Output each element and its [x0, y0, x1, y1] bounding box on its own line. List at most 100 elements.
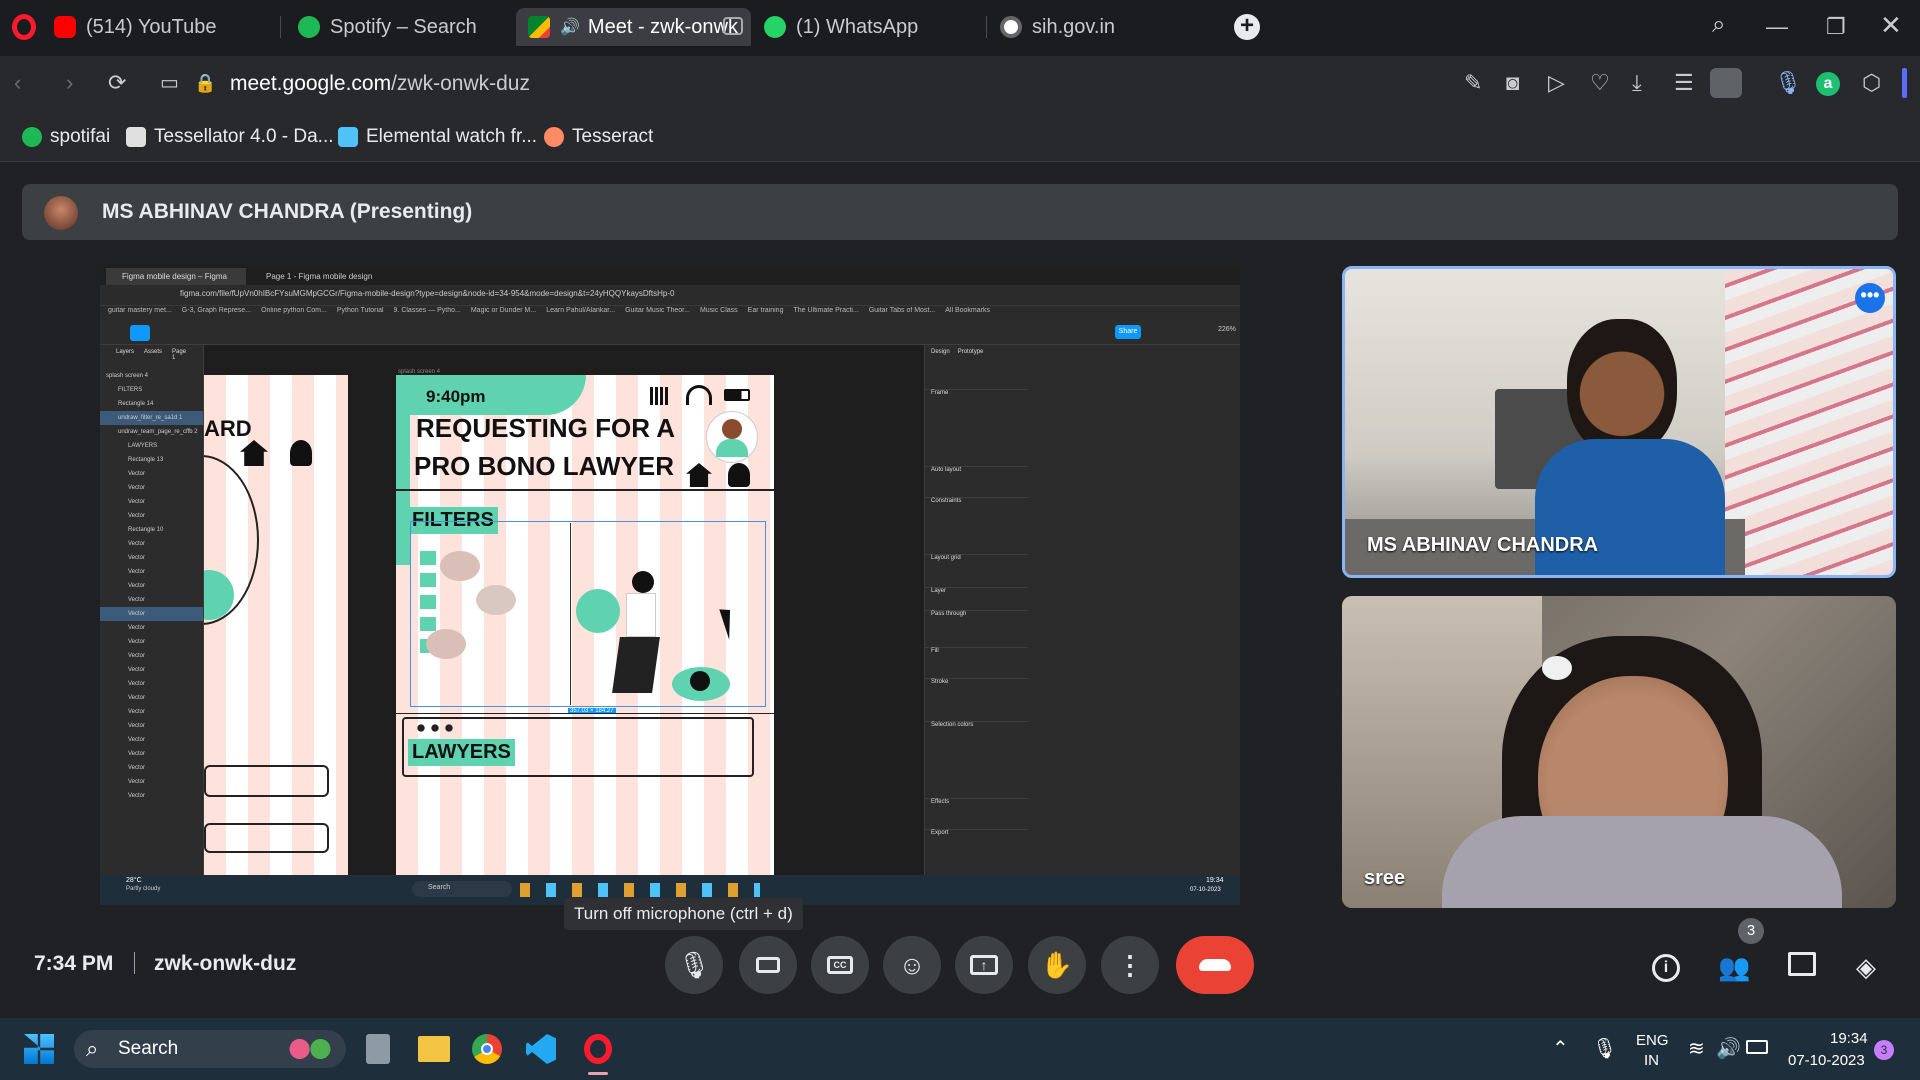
- menu-icon[interactable]: ☰: [1674, 72, 1694, 94]
- present-button[interactable]: ↑: [955, 936, 1013, 994]
- lang-eng[interactable]: ENG: [1636, 1032, 1669, 1049]
- bookmark-spotifai[interactable]: spotifai: [22, 126, 110, 148]
- chrome-icon[interactable]: [472, 1034, 502, 1064]
- layer-item: Vector: [128, 541, 146, 547]
- heart-icon[interactable]: ♡: [1590, 72, 1610, 94]
- share-button: Share: [1115, 325, 1141, 339]
- minimize-icon[interactable]: —: [1766, 16, 1788, 38]
- reload-icon[interactable]: ⟳: [108, 72, 126, 94]
- participant-tile-sree[interactable]: sree: [1342, 596, 1896, 908]
- vscode-icon[interactable]: [526, 1034, 556, 1064]
- meeting-time: 7:34 PM: [34, 952, 114, 975]
- layers-tab: Page 1: [172, 349, 187, 361]
- layer-item: Vector: [128, 765, 146, 771]
- tessellator-icon: [126, 127, 146, 147]
- tab-whatsapp[interactable]: (1) WhatsApp: [752, 8, 982, 46]
- forward-icon[interactable]: ›: [66, 72, 73, 94]
- new-tab-button[interactable]: +: [1234, 14, 1260, 40]
- lock-icon: 🔒: [194, 73, 217, 93]
- layer-item: Vector: [128, 667, 146, 673]
- send-icon[interactable]: ▷: [1548, 72, 1565, 94]
- people-icon[interactable]: 👥: [1718, 952, 1750, 983]
- info-icon[interactable]: i: [1652, 954, 1680, 982]
- tab-youtube[interactable]: (514) YouTube: [42, 8, 272, 46]
- mic-icon[interactable]: 🎙: [1774, 72, 1802, 94]
- design-tab: Design: [931, 349, 950, 355]
- layer-item: Vector: [128, 709, 146, 715]
- design-tab: Prototype: [957, 349, 984, 355]
- taskbar-clock[interactable]: 19:34: [1830, 1030, 1868, 1047]
- layers-panel: Layers Assets Page 1 splash screen 4 FILTER…: [100, 345, 204, 875]
- tab-label: sih.gov.in: [1032, 15, 1116, 38]
- design-section: Fill: [925, 647, 1028, 654]
- bookmark-tessellator[interactable]: Tessellator 4.0 - Da...: [126, 126, 334, 148]
- windows-start-icon[interactable]: [24, 1034, 54, 1064]
- profile-icon[interactable]: [1710, 68, 1742, 98]
- lawyers-label: LAWYERS: [408, 739, 515, 766]
- restore-icon[interactable]: ❐: [1826, 16, 1846, 38]
- hand-icon: ✋: [1040, 949, 1074, 980]
- camera-icon: [756, 957, 780, 973]
- calculator-icon[interactable]: [366, 1034, 390, 1064]
- search-icon: ⌕: [86, 1036, 99, 1061]
- tesseract-icon: [544, 127, 564, 147]
- mic-tooltip: Turn off microphone (ctrl + d): [564, 898, 803, 930]
- bookmark-elemental[interactable]: Elemental watch fr...: [338, 126, 537, 148]
- notification-badge[interactable]: 3: [1874, 1040, 1894, 1060]
- camera-icon[interactable]: ▭: [160, 72, 179, 94]
- taskbar-date[interactable]: 07-10-2023: [1788, 1052, 1865, 1069]
- design-section: Effects: [925, 798, 1028, 805]
- design-section: Auto layout: [925, 466, 1028, 473]
- opera-logo-icon[interactable]: [12, 14, 36, 40]
- wifi-icon[interactable]: ≋: [1688, 1036, 1705, 1061]
- leave-call-button[interactable]: [1176, 936, 1254, 994]
- participant-name: sree: [1364, 867, 1406, 889]
- raise-hand-button[interactable]: ✋: [1028, 936, 1086, 994]
- bookmark-tesseract[interactable]: Tesseract: [544, 126, 653, 148]
- back-icon[interactable]: ‹: [14, 72, 21, 94]
- file-explorer-icon[interactable]: [418, 1036, 450, 1062]
- shared-bookmark: Magic or Dunder M...: [470, 307, 537, 314]
- hang-up-icon: [1199, 959, 1231, 971]
- lang-in[interactable]: IN: [1644, 1052, 1659, 1069]
- layer-item: Vector: [128, 695, 146, 701]
- edit-icon[interactable]: ✎: [1464, 72, 1482, 94]
- design-section: Export: [925, 829, 1028, 836]
- main-frame: 9:40pm REQUESTING FOR A PRO BONO LAWYER …: [396, 375, 774, 875]
- url-field[interactable]: meet.google.com/zwk-onwk-duz: [230, 72, 530, 96]
- tab-sih[interactable]: sih.gov.in: [988, 8, 1218, 46]
- layer-item: Vector: [128, 569, 146, 575]
- shared-bookmark: The Ultimate Practi...: [793, 307, 859, 314]
- emoji-icon: ☺: [898, 949, 926, 980]
- more-options-button[interactable]: ⋮: [1101, 936, 1159, 994]
- more-options-icon[interactable]: •••: [1855, 283, 1885, 313]
- volume-icon[interactable]: 🔊: [1716, 1036, 1741, 1061]
- emoji-button[interactable]: ☺: [883, 936, 941, 994]
- cube-icon[interactable]: ⬡: [1862, 72, 1881, 94]
- download-icon[interactable]: ⤓: [1632, 72, 1642, 94]
- speaker-icon[interactable]: 🔊: [560, 17, 580, 37]
- layer-item: LAWYERS: [128, 443, 158, 449]
- show-hidden-icons[interactable]: ⌃: [1552, 1036, 1569, 1061]
- opera-taskbar-icon[interactable]: [584, 1034, 612, 1064]
- present-icon: ↑: [970, 955, 998, 975]
- close-icon[interactable]: ✕: [1880, 12, 1902, 38]
- avatar: [44, 196, 78, 230]
- tab-search-icon[interactable]: ⌕: [1712, 13, 1725, 37]
- whatsapp-icon: [764, 16, 786, 38]
- activities-icon[interactable]: ◈: [1856, 952, 1876, 983]
- snapshot-icon[interactable]: ◙: [1506, 72, 1519, 94]
- camera-button[interactable]: [739, 936, 797, 994]
- tab-spotify[interactable]: Spotify – Search: [286, 8, 516, 46]
- battery-icon[interactable]: [1746, 1040, 1768, 1054]
- mic-button[interactable]: 🎙: [665, 936, 723, 994]
- shared-tab-1: Figma mobile design – Figma: [106, 268, 246, 285]
- captions-button[interactable]: CC: [811, 936, 869, 994]
- shared-clock: 19:34: [1206, 877, 1224, 884]
- participant-tile-abhinav[interactable]: ••• MS ABHINAV CHANDRA: [1342, 266, 1896, 578]
- chat-icon[interactable]: [1788, 952, 1816, 976]
- tab-meet[interactable]: 🔊 Meet - zwk-onwk: [516, 8, 751, 46]
- pip-icon[interactable]: [723, 17, 743, 35]
- mic-tray-icon[interactable]: 🎙: [1592, 1036, 1617, 1061]
- aria-icon[interactable]: a: [1816, 72, 1840, 96]
